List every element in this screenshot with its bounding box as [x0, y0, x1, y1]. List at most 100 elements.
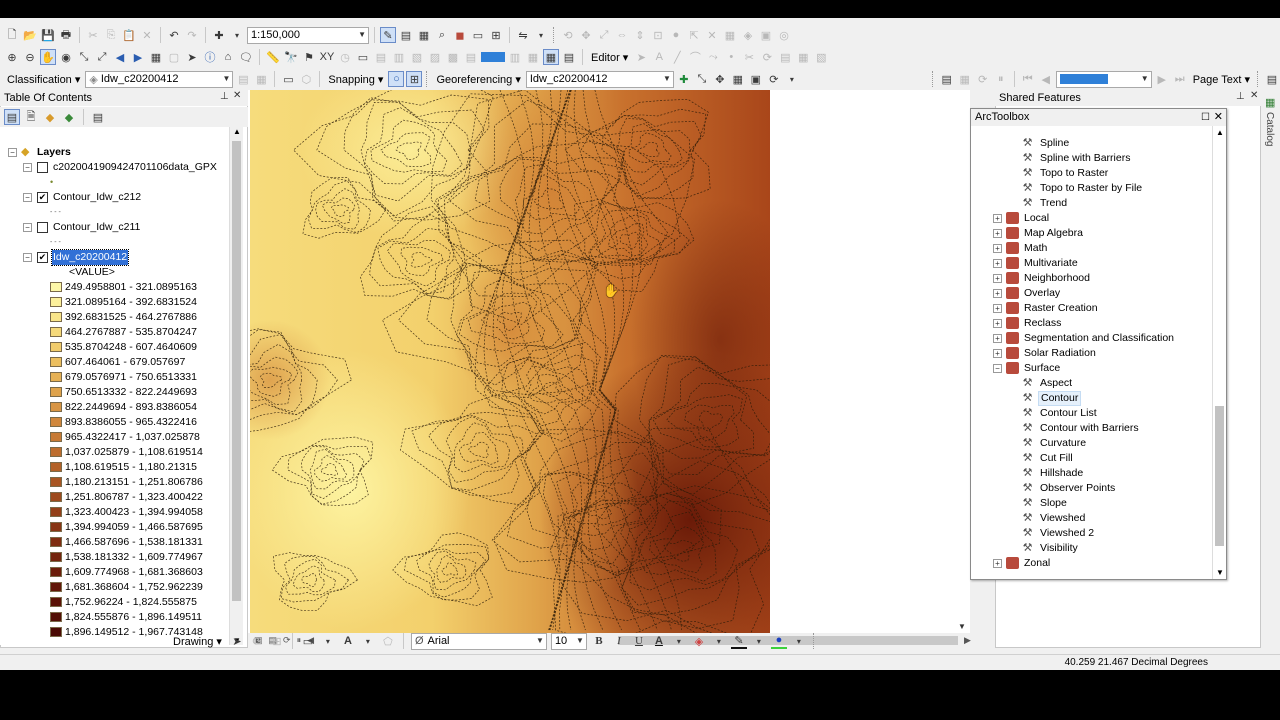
flip-icon[interactable]: ⇔ — [614, 27, 630, 43]
toolset-row[interactable]: + Math — [971, 241, 1211, 256]
modelbuilder-icon[interactable]: ⊞ — [488, 27, 504, 43]
toolset-row[interactable]: + Local — [971, 211, 1211, 226]
last-page-icon[interactable]: ⏭ — [1172, 71, 1188, 87]
list-by-drawing-order-icon[interactable]: ▤ — [4, 109, 20, 125]
tool-label[interactable]: Cut Fill — [1038, 451, 1075, 466]
tool-label[interactable]: Aspect — [1038, 376, 1074, 391]
map-scale-select[interactable]: 1:150,000 ▼ — [247, 26, 369, 44]
toolset-row[interactable]: + Map Algebra — [971, 226, 1211, 241]
point-icon[interactable]: • — [723, 49, 739, 65]
pause-draw-icon[interactable]: ⏸ — [993, 71, 1009, 87]
tool-label[interactable]: Viewshed — [1038, 511, 1087, 526]
toolset-expand-icon[interactable]: + — [993, 319, 1002, 328]
toc-layer-label[interactable]: Contour_Idw_c211 — [52, 220, 141, 235]
next-page-icon[interactable]: ▶ — [1154, 71, 1170, 87]
toc-pin-icon[interactable]: ⊥ — [220, 91, 229, 102]
arctoolbox-scroll-down-icon[interactable]: ▼ — [1216, 568, 1224, 577]
hyperlink-icon[interactable]: 🗨 — [238, 49, 254, 65]
tool-row[interactable]: ⚒ Curvature — [971, 436, 1211, 451]
draw-polygon-icon[interactable]: ⬡ — [298, 71, 314, 87]
search-window-icon[interactable]: ⌕ — [434, 27, 450, 43]
arctoolbox-scroll-thumb[interactable] — [1215, 406, 1224, 546]
tool-label[interactable]: Zonal — [1022, 556, 1052, 571]
redo-icon[interactable]: ↷ — [184, 27, 200, 43]
layout-icon-a[interactable]: ▤ — [373, 49, 389, 65]
layer-collapse-icon[interactable]: − — [23, 223, 32, 232]
fixed-zoom-out-icon[interactable]: ⤢ — [94, 49, 110, 65]
tool-row[interactable]: ⚒ Viewshed — [971, 511, 1211, 526]
tool-row[interactable]: ⚒ Contour — [971, 391, 1211, 406]
toolset-row[interactable]: + Reclass — [971, 316, 1211, 331]
shift-icon[interactable]: ✥ — [578, 27, 594, 43]
arctoolbox-scrollbar[interactable]: ▲ ▼ — [1212, 126, 1226, 579]
scale-icon[interactable]: ⤢ — [596, 27, 612, 43]
layer-collapse-icon[interactable]: − — [23, 193, 32, 202]
tool-label[interactable]: Reclass — [1022, 316, 1063, 331]
edit-annotation-icon[interactable]: A — [651, 49, 667, 65]
training-manager-icon[interactable]: ▦ — [253, 71, 269, 87]
toolset-expand-icon[interactable]: + — [993, 259, 1002, 268]
catalog-dock-label[interactable]: Catalog — [1264, 112, 1275, 146]
georef-more-icon[interactable]: ▾ — [784, 71, 800, 87]
toolset-row[interactable]: + Segmentation and Classification — [971, 331, 1211, 346]
update-icon[interactable]: ● — [668, 27, 684, 43]
rotate-edit-icon[interactable]: ⟳ — [759, 49, 775, 65]
italic-button[interactable]: I — [611, 633, 627, 649]
html-popup-icon[interactable]: ⌂ — [220, 49, 236, 65]
toolset-row[interactable]: + Zonal — [971, 556, 1211, 571]
tool-row[interactable]: ⚒ Visibility — [971, 541, 1211, 556]
toc-root-row[interactable]: − ◆ Layers — [0, 145, 230, 160]
georef-viewer-icon[interactable]: ▣ — [748, 71, 764, 87]
trace-icon[interactable]: ⤳ — [705, 49, 721, 65]
toolset-expand-icon[interactable]: + — [993, 214, 1002, 223]
color-swatch-icon[interactable] — [481, 52, 505, 62]
line-color-dropdown-icon[interactable]: ▾ — [751, 633, 767, 649]
sketch-properties-icon[interactable]: ▦ — [795, 49, 811, 65]
classification-menu[interactable]: Classification ▾ — [4, 73, 83, 86]
toolbar-options-icon[interactable]: ▤ — [1264, 71, 1280, 87]
tool-row[interactable]: ⚒ Spline — [971, 136, 1211, 151]
layer-collapse-icon[interactable]: − — [23, 253, 32, 262]
save-icon[interactable]: 💾 — [40, 27, 56, 43]
tool-label[interactable]: Viewshed 2 — [1038, 526, 1096, 541]
text-tool-icon[interactable]: A — [340, 633, 356, 649]
fixed-zoom-in-icon[interactable]: ⤡ — [76, 49, 92, 65]
tool-label[interactable]: Trend — [1038, 196, 1069, 211]
first-page-icon[interactable]: ⏮ — [1020, 71, 1036, 87]
arctoolbox-maximize-icon[interactable]: ☐ — [1201, 109, 1210, 126]
find-route-icon[interactable]: ⚑ — [301, 49, 317, 65]
fill-color-icon[interactable]: ◈ — [691, 633, 707, 649]
layout-icon-d[interactable]: ▨ — [427, 49, 443, 65]
toc-layer-row[interactable]: − c202004190942470110​6data_GPX — [0, 160, 230, 175]
toolset-expand-icon[interactable]: + — [993, 349, 1002, 358]
straight-segment-icon[interactable]: ╱ — [669, 49, 685, 65]
tool-label[interactable]: Slope — [1038, 496, 1069, 511]
idw-raster-map[interactable] — [250, 90, 770, 633]
tool-label[interactable]: Solar Radiation — [1022, 346, 1098, 361]
tool-label[interactable]: Map Algebra — [1022, 226, 1085, 241]
delete-icon[interactable]: ✕ — [139, 27, 155, 43]
tool-row[interactable]: ⚒ Aspect — [971, 376, 1211, 391]
list-by-visibility-icon[interactable]: ◆ — [42, 109, 58, 125]
tool-row[interactable]: ⚒ Trend — [971, 196, 1211, 211]
toolset-expand-icon[interactable]: + — [993, 229, 1002, 238]
select-features-icon[interactable]: ▦ — [148, 49, 164, 65]
new-document-icon[interactable]: 🗋 — [4, 27, 20, 43]
drawing-menu[interactable]: Drawing ▾ — [170, 635, 225, 648]
python-icon[interactable]: ▭ — [470, 27, 486, 43]
georef-link-icon[interactable]: ⇋ — [515, 27, 531, 43]
create-features-icon[interactable]: ▧ — [813, 49, 829, 65]
tool-label[interactable]: Observer Points — [1038, 481, 1117, 496]
tool-row[interactable]: ⚒ Cut Fill — [971, 451, 1211, 466]
attributes-icon[interactable]: ▤ — [777, 49, 793, 65]
find-icon[interactable]: 🔭 — [283, 49, 299, 65]
full-extent-icon[interactable]: ◉ — [58, 49, 74, 65]
print-icon[interactable]: 🖶 — [58, 27, 74, 43]
toc-layer-label[interactable]: c202004190942470110​6data_GPX — [52, 160, 218, 175]
layout-icon-e[interactable]: ▩ — [445, 49, 461, 65]
toolset-row[interactable]: + Neighborhood — [971, 271, 1211, 286]
zoom-out-icon[interactable]: ⊖ — [22, 49, 38, 65]
paste-icon[interactable]: 📋 — [121, 27, 137, 43]
tool-row[interactable]: ⚒ Spline with Barriers — [971, 151, 1211, 166]
toolset-expand-icon[interactable]: + — [993, 559, 1002, 568]
